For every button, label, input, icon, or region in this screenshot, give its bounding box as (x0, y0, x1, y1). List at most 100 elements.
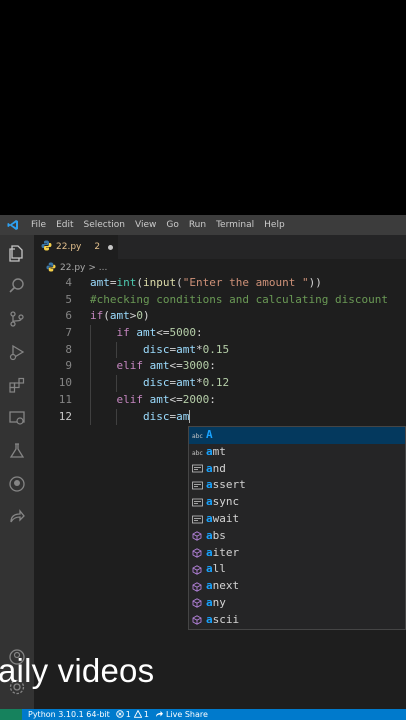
suggestion-item[interactable]: ascii (189, 612, 405, 629)
tab-filename: 22.py (56, 242, 82, 252)
remote-indicator[interactable] (0, 709, 22, 720)
text-cursor (189, 410, 191, 423)
svg-text:abc: abc (192, 450, 203, 457)
line-number: 11 (58, 392, 72, 406)
code-editor[interactable]: 4 amt=int(input("Enter the amount ")) 5 #ch… (34, 275, 406, 426)
breadcrumb-file[interactable]: 22.py (60, 263, 85, 273)
tab-22-py[interactable]: 22.py 2 (34, 235, 118, 259)
line-number: 9 (65, 359, 72, 373)
suggestion-label: async (206, 495, 240, 509)
explorer-files-icon[interactable] (7, 243, 27, 263)
line-number: 8 (65, 342, 72, 356)
suggestion-label: ascii (206, 612, 240, 626)
suggestion-item[interactable]: any (189, 595, 405, 612)
suggestion-item[interactable]: assert (189, 477, 405, 494)
suggestion-label: await (206, 511, 240, 525)
code-text: disc=amt*0.15 (142, 342, 230, 356)
code-text: if amt<=5000: (116, 326, 203, 340)
suggestion-label: abs (206, 528, 226, 542)
code-line[interactable]: 10 disc=amt*0.12 (34, 375, 406, 392)
method-cube-icon (191, 547, 203, 559)
suggestion-label: aiter (206, 545, 240, 559)
svg-text:abc: abc (192, 433, 203, 440)
search-icon[interactable] (7, 276, 27, 296)
live-share-status[interactable]: Live Share (155, 710, 208, 720)
menu-run[interactable]: Run (184, 220, 211, 230)
code-text: disc=amt*0.12 (142, 376, 230, 390)
python-file-icon (41, 240, 52, 254)
suggestion-label: A (206, 428, 213, 441)
code-line[interactable]: 7 if amt<=5000: (34, 325, 406, 342)
code-line[interactable]: 9 elif amt<=3000: (34, 358, 406, 376)
suggestion-item[interactable]: abc A (189, 427, 405, 444)
tab-problem-count: 2 (94, 242, 101, 252)
python-interpreter[interactable]: Python 3.10.1 64-bit (28, 710, 110, 719)
method-cube-icon (191, 614, 203, 626)
method-cube-icon (191, 564, 203, 576)
code-text: amt=int(input("Enter the amount ")) (90, 276, 322, 289)
code-text: elif amt<=3000: (116, 359, 216, 373)
code-line[interactable]: 6 if(amt>0) (34, 308, 406, 325)
code-line[interactable]: 12 disc=am (34, 408, 406, 426)
autocomplete-suggestions: abc Aabc amt and assert async await abs aiter all… (188, 426, 406, 630)
vscode-logo-icon (0, 215, 26, 235)
suggestion-item[interactable]: async (189, 494, 405, 511)
code-line[interactable]: 5 #checking conditions and calculating di… (34, 292, 406, 309)
unsaved-dot-icon[interactable] (108, 244, 114, 250)
menu-edit[interactable]: Edit (51, 220, 78, 230)
video-letterbox-top (0, 0, 406, 215)
keyword-icon (191, 497, 203, 509)
live-share-icon[interactable] (7, 507, 27, 527)
line-number: 12 (58, 409, 72, 423)
error-icon (116, 709, 124, 720)
remote-explorer-icon[interactable] (7, 408, 27, 428)
activity-bar (0, 235, 34, 709)
video-caption-overlay: aily videos (0, 652, 155, 689)
live-share-icon (155, 710, 164, 720)
menu-selection[interactable]: Selection (79, 220, 130, 230)
suggestion-label: and (206, 461, 226, 475)
menu-view[interactable]: View (130, 220, 161, 230)
extensions-icon[interactable] (7, 375, 27, 395)
python-file-icon (46, 261, 56, 275)
warning-icon (133, 709, 143, 720)
code-text: disc=am (142, 409, 191, 423)
suggestion-item[interactable]: anext (189, 578, 405, 595)
code-line[interactable]: 4 amt=int(input("Enter the amount ")) (34, 275, 406, 292)
warning-count: 1 (143, 710, 149, 719)
error-count: 1 (125, 710, 131, 719)
run-debug-icon[interactable] (7, 342, 27, 362)
menu-bar: File Edit Selection View Go Run Terminal… (0, 215, 406, 235)
menu-go[interactable]: Go (161, 220, 183, 230)
line-number: 6 (65, 309, 72, 323)
status-bar: Python 3.10.1 64-bit 1 1 Live Share (0, 709, 406, 720)
suggestion-label: all (206, 562, 226, 576)
testing-flask-icon[interactable] (7, 441, 27, 461)
keyword-icon (191, 513, 203, 525)
suggestion-label: amt (206, 444, 226, 458)
suggestion-item[interactable]: and (189, 461, 405, 478)
menu-terminal[interactable]: Terminal (211, 220, 259, 230)
python-version: Python 3.10.1 64-bit (28, 710, 110, 719)
abc-text-icon: abc (191, 429, 203, 441)
problems-indicator[interactable]: 1 1 (116, 709, 149, 720)
line-number: 7 (65, 326, 72, 340)
suggestion-item[interactable]: abc amt (189, 444, 405, 461)
github-icon[interactable] (7, 474, 27, 494)
menu-file[interactable]: File (26, 220, 51, 230)
code-text: #checking conditions and calculating dis… (90, 292, 389, 306)
method-cube-icon (191, 530, 203, 542)
code-line[interactable]: 11 elif amt<=2000: (34, 391, 406, 409)
breadcrumb-more[interactable]: > ... (88, 263, 107, 273)
suggestion-item[interactable]: await (189, 511, 405, 528)
tab-bar: 22.py 2 (34, 235, 406, 259)
suggestion-item[interactable]: all (189, 561, 405, 578)
suggestion-item[interactable]: aiter (189, 545, 405, 562)
code-line[interactable]: 8 disc=amt*0.15 (34, 341, 406, 359)
method-cube-icon (191, 581, 203, 593)
suggestion-item[interactable]: abs (189, 528, 405, 545)
menu-help[interactable]: Help (259, 220, 290, 230)
source-control-icon[interactable] (7, 309, 27, 329)
code-text: elif amt<=2000: (116, 392, 216, 406)
line-number: 10 (58, 376, 72, 390)
